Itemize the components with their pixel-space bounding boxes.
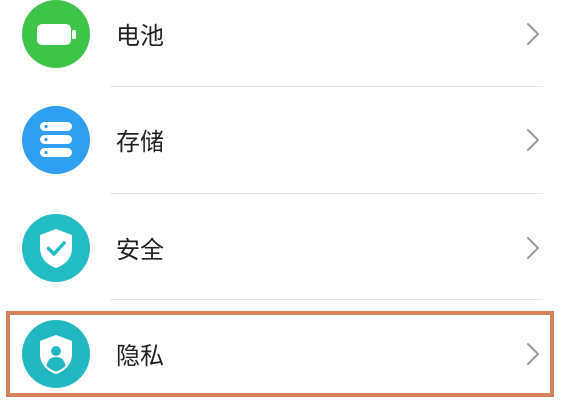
settings-item-battery[interactable]: 电池 <box>0 0 563 85</box>
chevron-right-icon <box>524 127 542 153</box>
settings-list: 电池 存储 安全 隐私 <box>0 0 563 408</box>
settings-item-label: 隐私 <box>116 342 164 370</box>
settings-item-privacy[interactable]: 隐私 <box>0 300 563 406</box>
settings-item-security[interactable]: 安全 <box>0 194 563 300</box>
settings-item-label: 存储 <box>116 128 164 156</box>
settings-item-label: 电池 <box>116 22 164 50</box>
shield-check-icon <box>22 214 90 282</box>
battery-icon <box>22 0 90 68</box>
chevron-right-icon <box>524 235 542 261</box>
chevron-right-icon <box>524 341 542 367</box>
chevron-right-icon <box>524 21 542 47</box>
settings-item-label: 安全 <box>116 236 164 264</box>
settings-item-storage[interactable]: 存储 <box>0 87 563 193</box>
privacy-shield-icon <box>22 320 90 388</box>
storage-icon <box>22 106 90 174</box>
